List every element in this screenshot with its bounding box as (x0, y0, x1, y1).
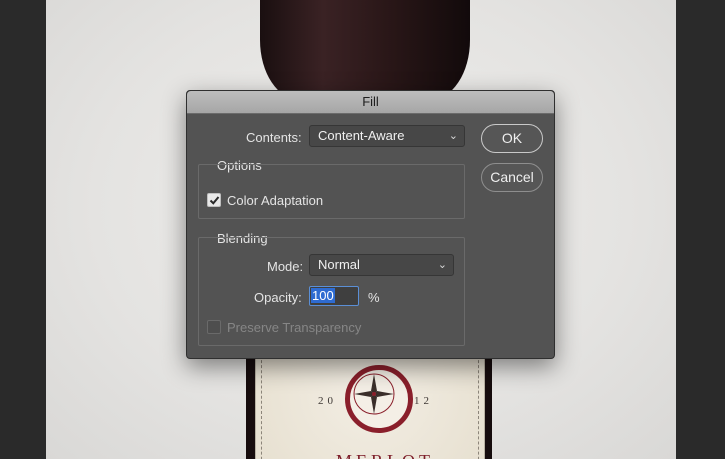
options-group (198, 164, 465, 219)
ok-button[interactable]: OK (481, 124, 543, 153)
checkmark-icon (209, 196, 220, 205)
preserve-transparency-label: Preserve Transparency (227, 320, 362, 335)
mode-select-value: Normal (318, 257, 360, 272)
cancel-button[interactable]: Cancel (481, 163, 543, 192)
opacity-label: Opacity: (254, 290, 302, 305)
mode-select[interactable]: Normal ⌄ (309, 254, 454, 276)
mode-label: Mode: (267, 259, 304, 274)
fill-dialog: Fill Contents: Content-Aware ⌄ OK Cancel… (186, 90, 555, 359)
label-year-left: 20 (318, 395, 337, 407)
bottle-neck (260, 0, 470, 100)
preserve-transparency-checkbox[interactable] (207, 320, 221, 334)
contents-select[interactable]: Content-Aware ⌄ (309, 125, 465, 147)
contents-select-value: Content-Aware (318, 128, 405, 143)
label-wine-name: MERLOT (336, 451, 434, 459)
dialog-title[interactable]: Fill (187, 91, 554, 114)
label-year-right: 12 (414, 395, 433, 407)
wine-label: 20 12 MERLOT (255, 355, 485, 459)
color-adaptation-checkbox[interactable] (207, 193, 221, 207)
chevron-down-icon: ⌄ (437, 259, 447, 271)
opacity-value: 100 (311, 288, 335, 303)
opacity-unit: % (368, 290, 380, 305)
compass-rose-icon (345, 365, 413, 433)
opacity-input[interactable]: 100 (309, 286, 359, 306)
chevron-down-icon: ⌄ (448, 130, 458, 142)
color-adaptation-label[interactable]: Color Adaptation (227, 193, 323, 208)
contents-label: Contents: (246, 130, 302, 145)
